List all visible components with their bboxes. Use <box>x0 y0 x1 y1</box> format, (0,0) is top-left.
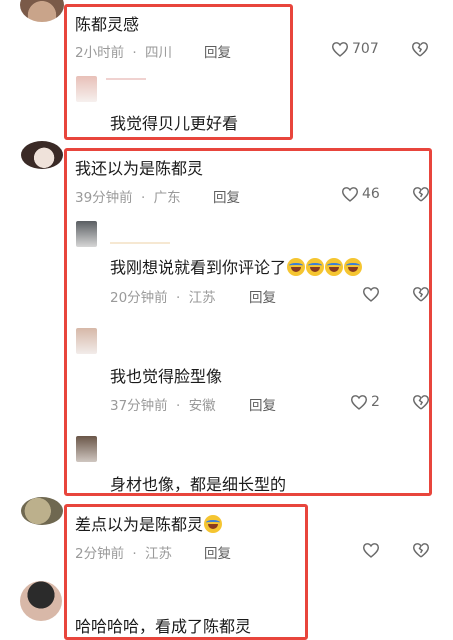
reply-button[interactable]: 回复 <box>249 394 276 414</box>
comment-location: 广东 <box>153 190 181 206</box>
avatar[interactable] <box>76 436 97 462</box>
avatar[interactable] <box>20 0 64 22</box>
reply-meta: 37分钟前 · 安徽 <box>110 394 216 414</box>
reply-text: 身材也像，都是细长型的 <box>110 475 287 494</box>
heart-icon[interactable] <box>362 286 380 302</box>
laughing-tears-emoji <box>325 258 344 276</box>
comment-time: 2分钟前 <box>75 546 125 562</box>
divider <box>110 242 170 244</box>
broken-heart-icon[interactable] <box>412 286 430 302</box>
comment-text: 陈都灵感 <box>75 15 140 34</box>
reply-button[interactable]: 回复 <box>204 542 231 562</box>
broken-heart-icon[interactable] <box>412 542 430 558</box>
reply-text: 我觉得贝儿更好看 <box>110 114 239 133</box>
heart-icon[interactable] <box>350 394 368 410</box>
laughing-tears-emoji <box>306 258 325 276</box>
laughing-tears-emoji <box>344 258 363 276</box>
meta-separator: · <box>175 398 181 414</box>
avatar[interactable] <box>76 328 97 354</box>
reply-time: 20分钟前 <box>110 290 168 306</box>
comment-time: 39分钟前 <box>75 190 133 206</box>
heart-icon[interactable] <box>341 186 359 202</box>
heart-icon[interactable] <box>331 41 349 57</box>
meta-separator: · <box>175 290 181 306</box>
laughing-tears-emoji <box>287 258 306 276</box>
comment-meta: 2小时前 · 四川 <box>75 41 172 61</box>
reply-time: 37分钟前 <box>110 398 168 414</box>
reply-text-content: 我刚想说就看到你评论了 <box>110 258 287 277</box>
comment-time: 2小时前 <box>75 45 125 61</box>
reply-text: 我刚想说就看到你评论了 <box>110 254 363 278</box>
laughing-tears-emoji <box>204 515 223 533</box>
reply-button[interactable]: 回复 <box>249 286 276 306</box>
broken-heart-icon[interactable] <box>411 41 429 57</box>
comment-text-content: 差点以为是陈都灵 <box>75 515 204 534</box>
comment-location: 江苏 <box>144 546 172 562</box>
comment-text: 差点以为是陈都灵 <box>75 511 223 535</box>
broken-heart-icon[interactable] <box>412 186 430 202</box>
reply-text: 哈哈哈哈，看成了陈都灵 <box>75 617 252 636</box>
reply-text: 我也觉得脸型像 <box>110 367 223 386</box>
reply-location: 江苏 <box>188 290 216 306</box>
reply-location: 安徽 <box>188 398 216 414</box>
reply-button[interactable]: 回复 <box>213 186 240 206</box>
avatar[interactable] <box>20 581 62 621</box>
avatar[interactable] <box>76 221 97 247</box>
comment-text: 我还以为是陈都灵 <box>75 159 204 178</box>
broken-heart-icon[interactable] <box>412 394 430 410</box>
like-count: 2 <box>371 394 380 410</box>
like-count: 707 <box>352 41 379 57</box>
comment-meta: 2分钟前 · 江苏 <box>75 542 172 562</box>
avatar[interactable] <box>21 141 63 169</box>
avatar[interactable] <box>21 497 63 525</box>
avatar[interactable] <box>76 76 97 102</box>
like-count: 46 <box>362 186 380 202</box>
divider <box>106 78 146 80</box>
meta-separator: · <box>132 45 137 61</box>
comment-location: 四川 <box>144 45 172 61</box>
reply-button[interactable]: 回复 <box>204 41 231 61</box>
reply-meta: 20分钟前 · 江苏 <box>110 286 216 306</box>
comment-meta: 39分钟前 · 广东 <box>75 186 181 206</box>
meta-separator: · <box>140 190 146 206</box>
meta-separator: · <box>132 546 137 562</box>
heart-icon[interactable] <box>362 542 380 558</box>
